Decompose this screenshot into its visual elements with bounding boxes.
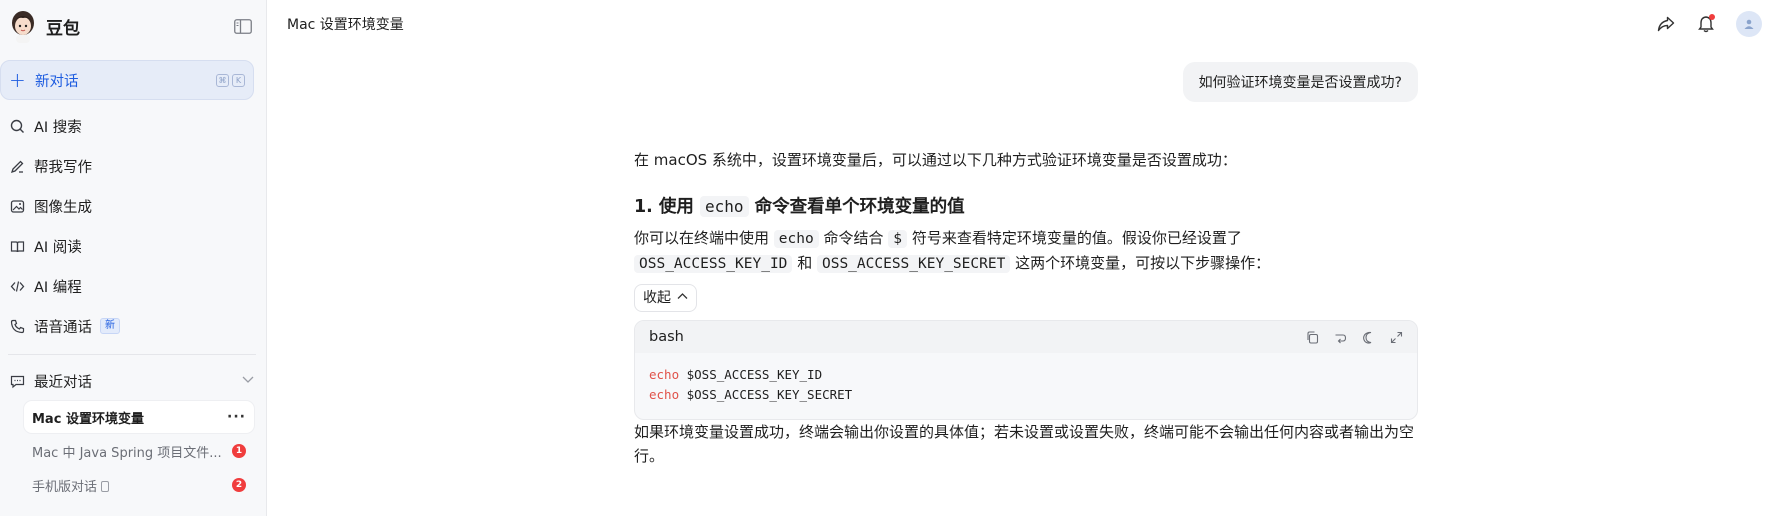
conversation-item[interactable]: Mac 设置环境变量 ···	[24, 401, 254, 433]
search-icon	[9, 118, 25, 134]
sidebar-item-label: AI 编程	[34, 279, 82, 296]
chat-bubble-icon	[9, 373, 25, 389]
sidebar-item-writing[interactable]: 帮我写作	[0, 146, 266, 186]
expand-icon[interactable]	[1389, 330, 1403, 344]
conversation-title: Mac 设置环境变量	[32, 411, 144, 427]
sidebar-header: 豆包	[0, 0, 266, 52]
conversation-item[interactable]: 手机版对话 2	[24, 469, 254, 501]
sidebar-item-label: 图像生成	[34, 199, 92, 216]
sidebar-item-ai-search[interactable]: AI 搜索	[0, 106, 266, 146]
chevron-down-icon	[241, 372, 257, 390]
collapse-button[interactable]: 收起	[634, 284, 697, 312]
text-run: 你可以在终端中使用	[634, 229, 770, 247]
app-root: 豆包 + 新对话 ⌘ K AI 搜索 帮我写作 图像生成 AI 阅读 AI 编程…	[0, 0, 1782, 516]
heading-suffix: 命令查看单个环境变量的值	[754, 197, 965, 217]
brand-name: 豆包	[46, 18, 80, 39]
inline-code: echo	[700, 196, 749, 217]
shortcut-key-cmd: ⌘	[216, 73, 229, 87]
notification-dot	[1709, 14, 1715, 20]
top-bar: Mac 设置环境变量	[267, 0, 1782, 48]
unread-count-badge: 1	[232, 444, 246, 458]
code-line: echo $OSS_ACCESS_KEY_ID	[649, 365, 1403, 385]
answer-intro: 在 macOS 系统中，设置环境变量后，可以通过以下几种方式验证环境变量是否设置…	[634, 151, 1237, 169]
wrap-icon[interactable]	[1333, 330, 1347, 344]
text-run: 符号来查看特定环境变量的值。假设你已经设置了	[911, 229, 1242, 247]
text-run: 这两个环境变量，可按以下步骤操作：	[1015, 254, 1271, 272]
answer-paragraph-after: 如果环境变量设置成功，终端会输出你设置的具体值；若未设置或设置失败，终端可能不会…	[634, 423, 1415, 465]
sidebar-nav: AI 搜索 帮我写作 图像生成 AI 阅读 AI 编程 语音通话 新	[0, 106, 266, 346]
code-icon	[9, 278, 25, 294]
conversation-title: 手机版对话	[32, 479, 98, 495]
answer-paragraph: 你可以在终端中使用 echo 命令结合 $ 符号来查看特定环境变量的值。假设你已…	[634, 226, 1418, 276]
chevron-up-icon	[677, 286, 688, 310]
sidebar-divider	[8, 354, 256, 355]
inline-code: OSS_ACCESS_KEY_ID	[634, 255, 793, 273]
copy-icon[interactable]	[1305, 330, 1319, 344]
phone-icon	[9, 318, 25, 334]
image-icon	[9, 198, 25, 214]
unread-count-badge: 2	[232, 478, 246, 492]
inline-code: echo	[773, 230, 819, 248]
mobile-icon	[101, 480, 110, 492]
sidebar-item-label: 语音通话	[34, 319, 92, 336]
code-text: $OSS_ACCESS_KEY_ID	[679, 367, 823, 382]
user-message-bubble: 如何验证环境变量是否设置成功?	[1182, 62, 1418, 102]
recent-label: 最近对话	[34, 374, 92, 391]
recent-conversations-header[interactable]: 最近对话	[0, 363, 266, 399]
sidebar-item-reading[interactable]: AI 阅读	[0, 226, 266, 266]
code-tools	[1305, 330, 1403, 344]
main-area: Mac 设置环境变量 如何验证环境变量是否设置成功? 在 macOS 系统中，设…	[267, 0, 1782, 516]
inline-code: OSS_ACCESS_KEY_SECRET	[816, 255, 1011, 273]
sidebar-item-label: AI 阅读	[34, 239, 82, 256]
new-chat-label: 新对话	[35, 73, 79, 90]
code-line: echo $OSS_ACCESS_KEY_SECRET	[649, 385, 1403, 405]
code-language: bash	[649, 329, 684, 345]
sidebar-item-label: 帮我写作	[34, 159, 92, 176]
sidebar: 豆包 + 新对话 ⌘ K AI 搜索 帮我写作 图像生成 AI 阅读 AI 编程…	[0, 0, 267, 516]
code-block-body: echo $OSS_ACCESS_KEY_ID echo $OSS_ACCESS…	[635, 353, 1417, 419]
plus-icon: +	[9, 68, 26, 92]
conversation-title-wrap: 手机版对话	[32, 476, 226, 495]
sidebar-item-coding[interactable]: AI 编程	[0, 266, 266, 306]
new-badge: 新	[100, 318, 120, 334]
collapse-label: 收起	[643, 290, 671, 306]
code-keyword: echo	[649, 367, 680, 382]
user-avatar[interactable]	[1736, 11, 1762, 37]
bell-icon[interactable]	[1696, 14, 1716, 34]
brand-avatar[interactable]	[8, 9, 38, 43]
section-heading: 1. 使用 echo 命令查看单个环境变量的值	[634, 194, 1418, 220]
shortcut-key-k: K	[232, 73, 245, 87]
sidebar-item-voice-call[interactable]: 语音通话 新	[0, 306, 266, 346]
code-block: bash echo $OSS_ACCESS_KEY_ID echo $OSS_A…	[634, 320, 1418, 420]
inline-code: $	[888, 230, 908, 248]
code-keyword: echo	[649, 387, 680, 402]
conversation-page-title: Mac 设置环境变量	[287, 17, 404, 33]
conversation-item[interactable]: Mac 中 Java Spring 项目文件... 1	[24, 435, 254, 467]
code-text: $OSS_ACCESS_KEY_SECRET	[679, 387, 853, 402]
top-actions	[1656, 11, 1762, 37]
pen-icon	[9, 158, 25, 174]
sidebar-item-label: AI 搜索	[34, 119, 82, 136]
code-block-header: bash	[635, 321, 1417, 353]
conversation-title: Mac 中 Java Spring 项目文件...	[32, 445, 222, 461]
heading-prefix: 1. 使用	[634, 197, 694, 217]
text-run: 命令结合	[823, 229, 884, 247]
assistant-answer: 在 macOS 系统中，设置环境变量后，可以通过以下几种方式验证环境变量是否设置…	[634, 148, 1418, 468]
new-chat-button[interactable]: + 新对话 ⌘ K	[0, 60, 254, 100]
theme-moon-icon[interactable]	[1361, 330, 1375, 344]
share-icon[interactable]	[1656, 14, 1676, 34]
text-run: 和	[797, 254, 813, 272]
more-options-icon[interactable]: ···	[227, 409, 246, 425]
sidebar-item-image-gen[interactable]: 图像生成	[0, 186, 266, 226]
sidebar-toggle-icon[interactable]	[232, 15, 254, 37]
book-icon	[9, 238, 25, 254]
